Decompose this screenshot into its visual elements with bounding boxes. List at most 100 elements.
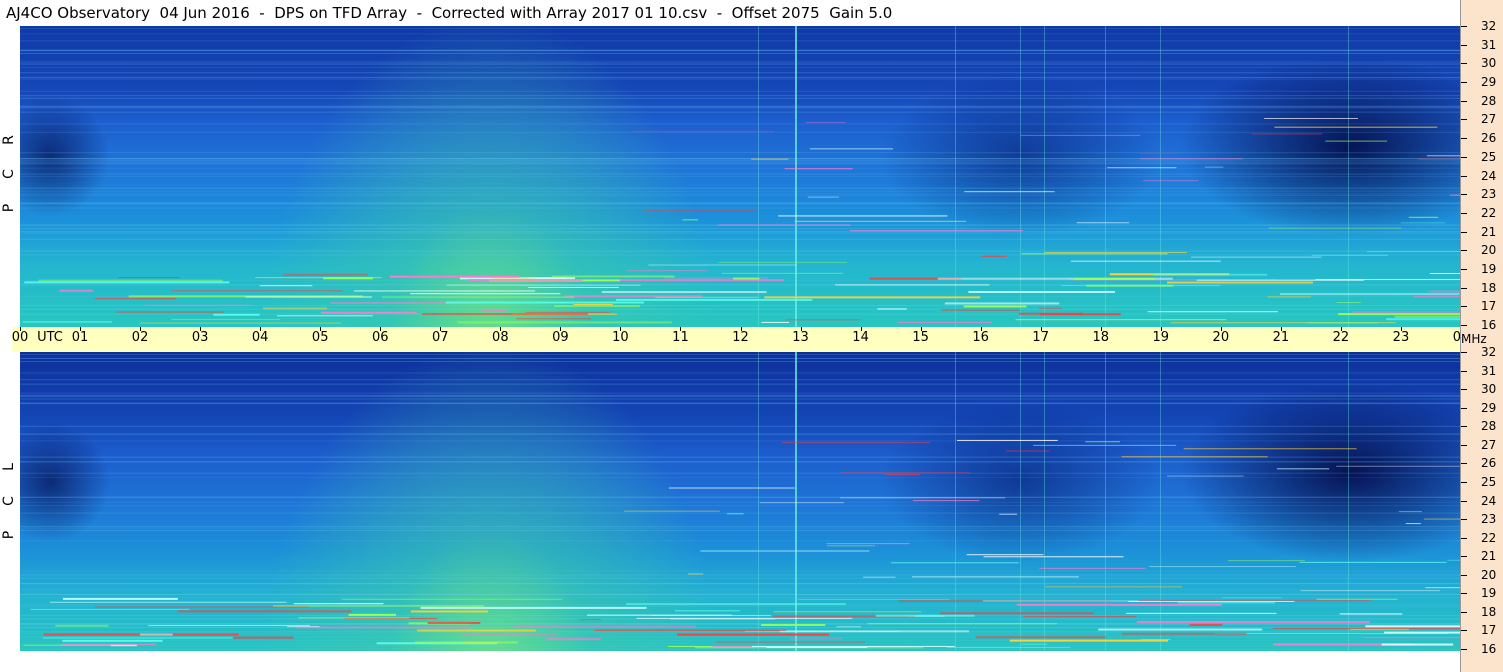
interference-line [955, 26, 956, 327]
signal-streak [1221, 597, 1282, 599]
freq-tick-mark [1461, 500, 1467, 502]
spectral-band [20, 173, 1461, 175]
signal-streak [1140, 152, 1179, 154]
time-tick-label: 01 [71, 330, 89, 345]
signal-streak [1018, 312, 1083, 315]
spectral-band [20, 232, 1461, 234]
signal-streak [1191, 256, 1322, 258]
signal-streak [59, 289, 93, 292]
time-tick-label: 02 [131, 330, 149, 345]
signal-streak [1085, 441, 1121, 443]
signal-streak [579, 619, 602, 621]
signal-streak [668, 487, 795, 489]
signal-streak [144, 304, 254, 306]
freq-tick-mark [1461, 352, 1467, 353]
signal-streak [836, 626, 861, 628]
freq-tick-label: 28 [1481, 419, 1497, 434]
signal-streak [751, 645, 955, 647]
signal-streak [1267, 296, 1312, 298]
signal-streak [1196, 279, 1364, 281]
signal-streak [726, 513, 744, 515]
signal-streak [1307, 322, 1378, 324]
polarization-letter: C [1, 169, 17, 179]
signal-streak [420, 606, 647, 609]
signal-streak [481, 309, 508, 311]
signal-streak [717, 224, 851, 226]
signal-streak [784, 168, 853, 170]
signal-streak [1425, 587, 1461, 589]
spectral-band [20, 402, 1461, 404]
signal-streak [22, 321, 113, 323]
spectral-band [20, 642, 1461, 644]
signal-streak [1122, 632, 1247, 635]
signal-streak [1429, 273, 1461, 275]
signal-streak [1338, 313, 1461, 316]
signal-streak [467, 278, 583, 281]
signal-streak [715, 641, 866, 643]
interference-line [1160, 352, 1161, 651]
signal-streak [283, 273, 369, 276]
signal-streak [790, 638, 843, 640]
freq-tick-label: 27 [1481, 437, 1497, 452]
time-tick-label: 20 [1212, 330, 1230, 345]
signal-streak [1316, 598, 1398, 600]
signal-streak [966, 554, 1044, 556]
spectral-band [20, 308, 1461, 310]
signal-streak [245, 296, 372, 298]
freq-tick-label: 30 [1481, 56, 1497, 71]
spectral-band [20, 589, 1461, 591]
polarization-letter: R [1, 135, 17, 145]
freq-tick-mark [1461, 389, 1467, 391]
signal-streak [964, 191, 1055, 193]
signal-streak [148, 625, 311, 627]
freq-tick-label: 26 [1481, 456, 1497, 471]
signal-streak [528, 277, 567, 279]
freq-tick-label: 29 [1481, 400, 1497, 415]
signal-streak [178, 610, 352, 613]
signal-streak [233, 636, 294, 639]
signal-streak [348, 613, 397, 616]
signal-streak [139, 322, 342, 324]
interference-line [1105, 26, 1106, 327]
spectral-band [20, 76, 1461, 78]
signal-streak [1423, 518, 1461, 520]
signal-streak [785, 319, 861, 321]
signal-streak [1033, 444, 1177, 446]
signal-streak [586, 614, 733, 616]
signal-streak [55, 624, 109, 627]
spectral-band [20, 372, 1461, 374]
interference-line [1348, 352, 1349, 651]
spectral-band [20, 187, 1461, 189]
interference-line [795, 352, 797, 651]
freq-tick-mark [1461, 231, 1467, 233]
freq-tick-label: 20 [1481, 243, 1497, 258]
interference-line [758, 26, 759, 327]
signal-streak [1352, 311, 1461, 314]
time-axis: 00 01 02 03 04 05 06 07 08 09 10 11 12 13 14 15 16 17 18 19… [12, 327, 1470, 352]
spectral-band [20, 526, 1461, 528]
freq-tick-label: 20 [1481, 567, 1497, 582]
freq-tick-label: 27 [1481, 112, 1497, 127]
spectral-band [20, 40, 1461, 42]
signal-streak [94, 606, 309, 608]
signal-streak [809, 148, 893, 150]
freq-tick-label: 32 [1481, 345, 1497, 359]
signal-streak [944, 302, 1060, 305]
spectral-band [20, 79, 1461, 81]
freq-tick-mark [1461, 630, 1467, 632]
signal-streak [382, 296, 575, 298]
signal-streak [410, 293, 561, 295]
signal-streak [1447, 559, 1461, 561]
spectral-band [20, 626, 1461, 628]
signal-streak [761, 321, 790, 323]
signal-streak [732, 277, 760, 280]
signal-streak [528, 286, 619, 288]
freq-tick-label: 21 [1481, 224, 1497, 239]
signal-streak [516, 318, 591, 320]
spectral-band [20, 379, 1461, 381]
spectral-band [20, 250, 1461, 252]
signal-streak [593, 629, 787, 631]
signal-streak [30, 608, 190, 610]
signal-streak [891, 562, 1019, 564]
freq-tick-label: 31 [1481, 363, 1497, 378]
